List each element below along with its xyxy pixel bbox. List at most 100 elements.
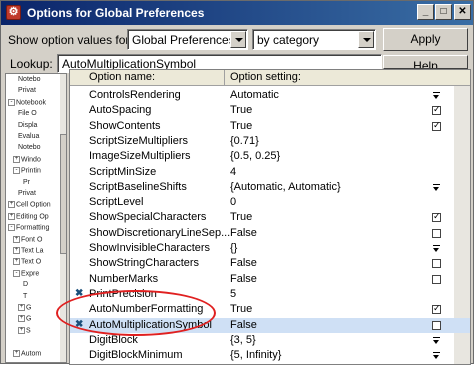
tree-item[interactable]: Privat <box>18 190 36 197</box>
option-row[interactable]: ImageSizeMultipliers {0.5, 0.25} <box>70 149 470 164</box>
option-row[interactable]: ShowStringCharacters False <box>70 256 470 271</box>
option-row[interactable]: DigitBlock {3, 5} <box>70 333 470 348</box>
tree-item[interactable]: + Windo <box>13 155 41 163</box>
tree-item[interactable]: - Expre <box>13 269 39 277</box>
tree-item[interactable]: + Autom <box>13 349 41 357</box>
tree-item[interactable]: Notebo <box>18 144 41 151</box>
option-row[interactable]: DigitBlockMinimum {5, Infinity} <box>70 348 470 363</box>
option-row[interactable]: NumberMarks False <box>70 272 470 287</box>
option-row[interactable]: ✖ PrintPrecision 5 <box>70 287 470 302</box>
option-value[interactable]: True <box>230 303 252 315</box>
expand-icon[interactable]: + <box>18 326 25 334</box>
option-checkbox[interactable] <box>432 274 441 284</box>
option-value[interactable]: 4 <box>230 166 236 178</box>
expand-icon[interactable]: + <box>13 247 20 254</box>
tree-item[interactable]: - Formatting <box>8 224 49 232</box>
collapse-icon[interactable]: - <box>8 224 15 232</box>
tree-item[interactable]: + G <box>18 304 31 311</box>
option-dropdown-icon[interactable] <box>432 336 441 345</box>
option-value[interactable]: {3, 5} <box>230 334 256 346</box>
expand-icon[interactable]: + <box>8 201 15 209</box>
option-value[interactable]: False <box>230 257 257 269</box>
option-row[interactable]: ControlsRendering Automatic <box>70 88 470 103</box>
option-checkbox[interactable] <box>432 259 441 269</box>
expand-icon[interactable]: + <box>18 304 25 311</box>
option-dropdown-icon[interactable] <box>432 183 441 192</box>
option-value[interactable]: 5 <box>230 288 236 300</box>
option-row[interactable]: ShowInvisibleCharacters {} <box>70 241 470 256</box>
option-checkbox[interactable] <box>432 303 441 315</box>
option-row[interactable]: ScriptMinSize 4 <box>70 165 470 180</box>
tree-scrollbar[interactable] <box>60 74 66 362</box>
tree-item[interactable]: - Printin <box>13 167 41 175</box>
chevron-down-icon[interactable] <box>358 31 374 48</box>
option-checkbox[interactable] <box>432 211 441 223</box>
option-value[interactable]: False <box>230 273 257 285</box>
option-checkbox[interactable] <box>432 120 441 131</box>
collapse-icon[interactable]: - <box>13 167 20 175</box>
column-header-name[interactable]: Option name: <box>89 71 155 83</box>
option-value[interactable]: True <box>230 120 252 132</box>
grouping-dropdown[interactable]: by category <box>252 29 376 50</box>
option-value[interactable]: False <box>230 227 257 239</box>
option-row[interactable]: ScriptBaselineShifts {Automatic, Automati… <box>70 180 470 195</box>
apply-button[interactable]: Apply <box>383 28 468 51</box>
collapse-icon[interactable]: - <box>13 269 20 277</box>
expand-icon[interactable]: + <box>13 235 20 243</box>
expand-icon[interactable]: + <box>18 315 25 323</box>
option-value[interactable]: {5, Infinity} <box>230 349 281 361</box>
tree-scroll-thumb[interactable] <box>60 134 66 254</box>
option-row[interactable]: ShowDiscretionaryLineSep... False <box>70 226 470 241</box>
tree-item[interactable]: Displa <box>18 122 37 129</box>
tree-item[interactable]: Evalua <box>18 133 39 140</box>
option-row[interactable]: AutoSpacing True <box>70 103 470 118</box>
tree-item[interactable]: D <box>23 281 28 288</box>
option-row[interactable]: ShowSpecialCharacters True <box>70 210 470 225</box>
tree-item[interactable]: + Font O <box>13 235 42 243</box>
expand-icon[interactable]: + <box>8 212 15 220</box>
column-divider[interactable] <box>224 70 225 85</box>
option-value[interactable]: True <box>230 104 252 116</box>
option-row[interactable]: ✖ AutoMultiplicationSymbol False <box>70 317 470 333</box>
close-button[interactable]: ✕ <box>454 4 471 20</box>
chevron-down-icon[interactable] <box>230 31 246 48</box>
tree-item[interactable]: Privat <box>18 87 36 94</box>
tree-item[interactable]: + Cell Option <box>8 201 51 209</box>
option-value[interactable]: {0.5, 0.25} <box>230 150 280 162</box>
option-value[interactable]: {Automatic, Automatic} <box>230 181 341 193</box>
expand-icon[interactable]: + <box>13 349 20 357</box>
option-value[interactable]: True <box>230 211 252 223</box>
tree-item[interactable]: + Editing Op <box>8 212 49 220</box>
tree-item[interactable]: Pr <box>23 179 30 186</box>
title-bar[interactable]: ⚙ Options for Global Preferences _ □ ✕ <box>1 1 473 25</box>
option-value[interactable]: False <box>230 319 257 331</box>
option-row[interactable]: ShowContents True <box>70 119 470 134</box>
option-dropdown-icon[interactable] <box>432 91 441 100</box>
option-row[interactable]: ScriptLevel 0 <box>70 195 470 210</box>
tree-item[interactable]: File O <box>18 110 37 117</box>
option-value[interactable]: 0 <box>230 196 236 208</box>
option-checkbox[interactable] <box>432 320 441 330</box>
option-row[interactable]: AutoNumberFormatting True <box>70 302 470 317</box>
maximize-button[interactable]: □ <box>435 4 452 20</box>
collapse-icon[interactable]: - <box>8 98 15 106</box>
minimize-button[interactable]: _ <box>417 4 434 20</box>
tree-item[interactable]: T <box>23 293 27 300</box>
expand-icon[interactable]: + <box>13 155 20 163</box>
expand-icon[interactable]: + <box>13 258 20 266</box>
scope-dropdown[interactable]: Global Preferences <box>127 29 248 50</box>
category-tree[interactable]: Notebo Privat - Notebook File O Displa Evalua N… <box>5 73 67 363</box>
option-row[interactable]: ScriptSizeMultipliers {0.71} <box>70 134 470 149</box>
tree-item[interactable]: + S <box>18 326 31 334</box>
tree-item[interactable]: - Notebook <box>8 98 46 106</box>
help-button[interactable]: Help <box>383 55 468 69</box>
tree-item[interactable]: + G <box>18 315 31 323</box>
tree-item[interactable]: Notebo <box>18 76 41 83</box>
option-checkbox[interactable] <box>432 104 441 116</box>
tree-item[interactable]: + Text O <box>13 258 41 266</box>
option-dropdown-icon[interactable] <box>432 351 441 360</box>
column-header-setting[interactable]: Option setting: <box>230 71 301 83</box>
option-value[interactable]: {0.71} <box>230 135 259 147</box>
option-value[interactable]: Automatic <box>230 89 279 101</box>
option-checkbox[interactable] <box>432 228 441 238</box>
